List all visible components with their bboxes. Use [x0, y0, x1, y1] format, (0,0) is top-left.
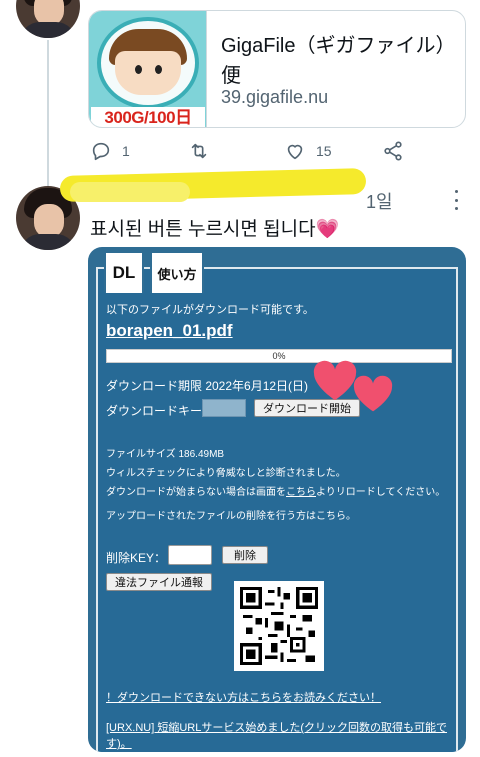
redaction-highlight-overlap: [70, 182, 190, 202]
qr-code-graphic: [240, 587, 318, 665]
reply-icon: [92, 142, 110, 161]
link-title: GigaFile（ギガファイル）便: [221, 35, 456, 87]
author-avatar-top[interactable]: [16, 0, 80, 38]
reply-action[interactable]: 1: [90, 140, 130, 162]
progress-bar: 0%: [106, 349, 452, 363]
retweet-action[interactable]: [188, 140, 220, 162]
uploader-note: アップロードされたファイルの削除を行う方はこちら。: [106, 511, 356, 522]
qr-code: [234, 581, 324, 671]
help-link[interactable]: ！ダウンロードできない方はこちらをお読みください！: [106, 689, 381, 705]
share-action[interactable]: [382, 140, 404, 162]
attached-screenshot[interactable]: DL 使い方 以下のファイルがダウンロード可能です。 borapen_01.pd…: [88, 247, 466, 752]
delete-key-label: 削除KEY：: [106, 551, 167, 565]
reload-text: ダウンロードが始まらない場合は画面をこちらよりリロードしてください。: [106, 483, 445, 498]
promo-link[interactable]: [URX.NU] 短縮URLサービス始めました(クリック回数の取得も可能で す)…: [106, 719, 447, 751]
promo-link-line2: す)。: [106, 738, 132, 750]
gigafile-page: DL 使い方 以下のファイルがダウンロード可能です。 borapen_01.pd…: [96, 251, 458, 752]
promo-link-line1: [URX.NU] 短縮URLサービス始めました(クリック回数の取得も可能で: [106, 722, 448, 734]
tab-usage[interactable]: 使い方: [150, 251, 204, 293]
available-text: 以下のファイルがダウンロード可能です。: [106, 304, 314, 316]
more-options-icon[interactable]: [448, 190, 464, 210]
download-key-label: ダウンロードキー: [106, 404, 203, 418]
tweet-actions: 1 15: [90, 140, 410, 164]
link-thumbnail: 300G/100日: [89, 11, 207, 127]
tab-dl[interactable]: DL: [104, 251, 144, 293]
link-domain: 39.gigafile.nu: [221, 87, 329, 107]
like-action[interactable]: 15: [284, 140, 332, 162]
share-icon: [384, 141, 402, 161]
delete-button[interactable]: 削除: [222, 546, 268, 564]
heart-outline-icon: [287, 144, 303, 160]
thread-line: [47, 40, 49, 190]
virus-check-text: ウィルスチェックにより脅威なしと診断されました。: [106, 468, 346, 479]
reload-suffix: よりリロードしてください。: [316, 487, 446, 498]
thumbnail-label: 300G/100日: [91, 107, 205, 127]
reply-time[interactable]: 1일: [366, 188, 393, 214]
download-key-input[interactable]: [202, 399, 246, 417]
link-preview-card[interactable]: 300G/100日 GigaFile（ギガファイル）便 39.gigafile.…: [88, 10, 466, 128]
reload-prefix: ダウンロードが始まらない場合は画面を: [106, 487, 286, 498]
reply-text: 표시된 버튼 누르시면 됩니다💗: [90, 219, 340, 240]
deadline-text: ダウンロード期限 2022年6月12日(日): [106, 379, 309, 393]
file-size: ファイルサイズ 186.49MB: [106, 449, 225, 460]
file-name[interactable]: borapen_01.pdf: [106, 321, 233, 341]
retweet-icon: [191, 143, 207, 159]
reply-count: 1: [122, 143, 130, 159]
reload-link[interactable]: こちら: [286, 487, 316, 498]
progress-label: 0%: [272, 351, 286, 361]
heart-sticker-icon-2: [353, 375, 393, 412]
like-count: 15: [316, 143, 332, 159]
delete-key-input[interactable]: [168, 545, 212, 565]
report-illegal-file-button[interactable]: 違法ファイル通報: [106, 573, 212, 591]
